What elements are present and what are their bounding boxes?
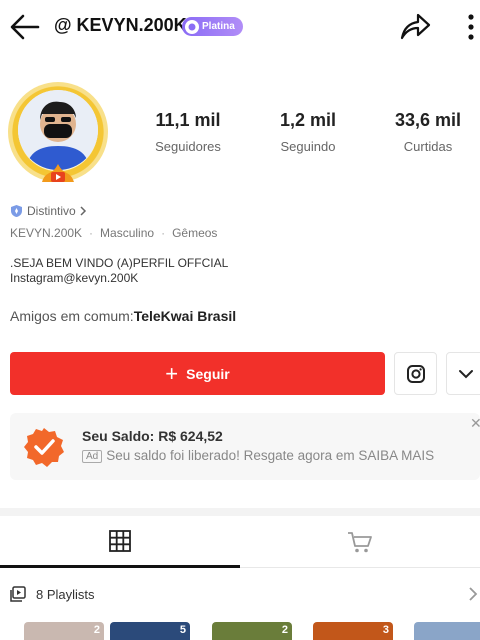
grid-icon [109,529,131,552]
playlist-count: 5 [179,624,186,636]
distintivo-label: Distintivo [27,204,76,218]
profile-meta: KEVYN.200K · Masculino · Gêmeos [10,226,218,240]
ad-text: Seu saldo foi liberado! Resgate agora em… [106,448,435,463]
profile-username: @ KEVYN.200K [54,15,187,35]
badge-icon [185,19,199,34]
mutual-friends-prefix: Amigos em comum: [10,308,134,324]
playlists-label: 8 Playlists [36,586,95,602]
follow-button[interactable]: + Seguir [10,352,385,395]
following-count: 1,2 mil [279,110,337,130]
shield-icon [11,205,22,217]
playlist-thumb[interactable] [414,622,480,640]
gender-text: Masculino [100,226,155,240]
chevron-right-icon[interactable] [468,586,478,602]
avatar[interactable] [8,82,108,182]
playlist-thumb[interactable]: 2 [24,622,104,640]
stat-likes[interactable]: 33,6 mil Curtidas [390,110,466,154]
playlists-header[interactable]: 8 Playlists [10,586,95,602]
distintivo-link[interactable]: Distintivo [10,204,87,218]
mutual-friends[interactable]: Amigos em comum:TeleKwai Brasil [10,308,236,324]
avatar-image [18,90,98,170]
instagram-icon [406,364,425,383]
cart-icon [348,532,372,553]
expand-button[interactable] [446,352,480,395]
playlist-thumbnails: 2 5 2 3 [24,622,480,640]
more-options-icon[interactable] [460,12,480,42]
share-icon[interactable] [398,10,432,44]
tab-shop[interactable] [240,516,480,568]
bio-line: .SEJA BEM VINDO (A)PERFIL OFFCIAL [10,256,229,270]
playlist-thumb[interactable]: 2 [212,622,292,640]
flame-frame-icon [42,164,74,182]
likes-label: Curtidas [403,139,453,154]
playlist-count: 3 [382,624,389,636]
playlist-count: 2 [93,624,100,636]
ad-tag: Ad [82,450,103,463]
playlist-thumb[interactable]: 3 [313,622,393,640]
playlist-count: 2 [281,624,288,636]
back-arrow-icon[interactable] [8,10,42,44]
ad-body: Ad Seu saldo foi liberado! Resgate agora … [82,448,472,463]
followers-count: 11,1 mil [155,110,221,130]
badge-label: Platina [202,21,235,32]
top-bar: @ KEVYN.200K Platina [0,0,480,56]
likes-count: 33,6 mil [394,110,462,130]
stat-following[interactable]: 1,2 mil Seguindo [270,110,346,154]
plus-icon: + [165,360,179,386]
ad-banner[interactable]: Seu Saldo: R$ 624,52 Ad Seu saldo foi lib… [10,413,480,480]
verified-seal-icon [24,428,64,467]
stat-followers[interactable]: 11,1 mil Seguidores [150,110,226,154]
bio-line: Instagram@kevyn.200K [10,271,139,285]
playlist-thumb[interactable]: 5 [110,622,190,640]
close-icon[interactable]: ✕ [470,415,480,432]
chevron-down-icon [459,369,473,378]
handle-text: KEVYN.200K [10,226,83,240]
followers-label: Seguidores [155,139,221,154]
playlist-icon [10,586,26,602]
follow-label: Seguir [186,365,230,382]
chevron-right-icon [80,206,86,216]
tab-grid[interactable] [0,516,240,568]
following-label: Seguindo [280,139,336,154]
profile-bio: .SEJA BEM VINDO (A)PERFIL OFFCIAL Instag… [10,256,228,286]
section-divider [0,508,480,516]
ad-title: Seu Saldo: R$ 624,52 [82,428,223,444]
content-tabs [0,516,480,568]
mutual-friend-name: TeleKwai Brasil [133,308,237,324]
instagram-button[interactable] [394,352,437,395]
platina-badge[interactable]: Platina [182,17,243,36]
sign-text: Gêmeos [172,226,218,240]
